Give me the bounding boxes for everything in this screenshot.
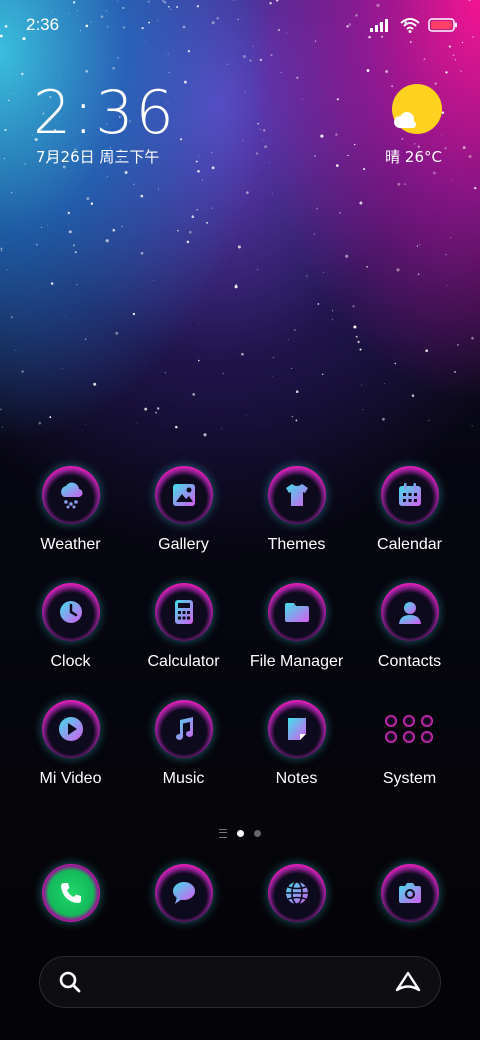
folder-mini-icon: [384, 715, 397, 727]
app-music[interactable]: Music: [127, 700, 240, 788]
status-bar: 2:36: [26, 12, 458, 38]
gallery-image-icon: [154, 466, 213, 524]
app-grid: Weather Gallery Themes Calendar Clock Ca…: [14, 466, 466, 788]
folder-mini-icon: [384, 731, 397, 743]
app-label: Music: [162, 770, 205, 787]
app-file-manager[interactable]: File Manager: [240, 583, 353, 671]
clock-widget-date: 7月26日 周三下午: [36, 148, 160, 166]
folder-icon: [267, 583, 326, 641]
app-weather[interactable]: Weather: [14, 466, 127, 554]
clock-widget-time[interactable]: 2:36: [33, 78, 176, 148]
app-label: Contacts: [377, 653, 442, 670]
battery-icon: [428, 18, 457, 32]
dock-camera[interactable]: [353, 864, 466, 922]
app-label: Weather: [40, 536, 101, 553]
search-bar[interactable]: [39, 956, 441, 1008]
app-calendar[interactable]: Calendar: [353, 466, 466, 554]
wallpaper-stars: [0, 0, 480, 437]
app-contacts[interactable]: Contacts: [353, 583, 466, 671]
weather-widget-text[interactable]: 晴 26°C: [385, 146, 442, 167]
app-label: Calendar: [377, 536, 442, 553]
app-notes[interactable]: Notes: [240, 700, 353, 788]
page-dot: [254, 830, 261, 837]
app-label: System: [382, 770, 437, 787]
app-mi-video[interactable]: Mi Video: [14, 700, 127, 788]
folder-mini-icon: [420, 731, 433, 743]
folder-grid-icon: [381, 700, 439, 758]
play-icon: [41, 700, 100, 758]
dock-phone[interactable]: [14, 864, 127, 922]
cloud-icon: [394, 112, 416, 128]
app-label: Gallery: [158, 536, 209, 553]
clock-icon: [41, 583, 100, 641]
page-dot-active: [237, 830, 244, 837]
camera-icon: [380, 864, 439, 922]
dock-browser[interactable]: [240, 864, 353, 922]
dock-messages[interactable]: [127, 864, 240, 922]
calendar-icon: [380, 466, 439, 524]
signal-icon: [370, 19, 388, 32]
app-themes[interactable]: Themes: [240, 466, 353, 554]
assistant-a-icon[interactable]: [394, 970, 422, 994]
folder-mini-icon: [402, 731, 415, 743]
contact-person-icon: [380, 583, 439, 641]
wifi-icon: [400, 17, 420, 33]
app-label: File Manager: [249, 653, 344, 670]
folder-mini-icon: [420, 715, 433, 727]
app-label: Notes: [275, 770, 318, 787]
app-gallery[interactable]: Gallery: [127, 466, 240, 554]
globe-icon: [267, 864, 326, 922]
folder-mini-icon: [402, 715, 415, 727]
feed-page-icon: [219, 829, 227, 838]
music-note-icon: [154, 700, 213, 758]
weather-snow-cloud-icon: [41, 466, 100, 524]
app-label: Clock: [50, 653, 91, 670]
app-label: Themes: [267, 536, 326, 553]
app-label: Calculator: [147, 653, 220, 670]
search-icon[interactable]: [58, 970, 82, 994]
page-indicator[interactable]: [0, 829, 480, 838]
calculator-icon: [154, 583, 213, 641]
tshirt-icon: [267, 466, 326, 524]
chat-bubble-icon: [154, 864, 213, 922]
app-system-folder[interactable]: System: [353, 700, 466, 788]
app-label: Mi Video: [39, 770, 102, 787]
app-calculator[interactable]: Calculator: [127, 583, 240, 671]
notes-icon: [267, 700, 326, 758]
app-clock[interactable]: Clock: [14, 583, 127, 671]
status-time: 2:36: [26, 15, 60, 34]
phone-icon: [41, 864, 100, 922]
dock: [14, 864, 466, 922]
